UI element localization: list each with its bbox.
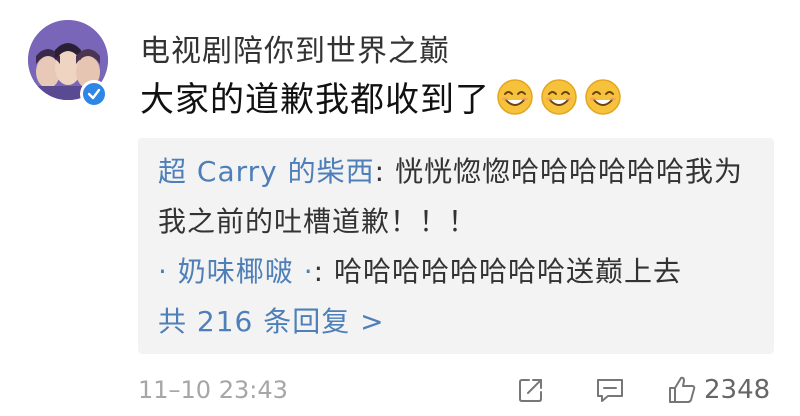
comment-icon: [597, 379, 623, 402]
reply-text: : 恍恍惚惚哈哈哈哈哈哈我为: [374, 155, 743, 188]
more-replies-link[interactable]: 共 216 条回复 >: [158, 300, 385, 340]
reply-button[interactable]: [594, 374, 626, 406]
reply-text: : 哈哈哈哈哈哈哈哈送巅上去: [313, 255, 682, 288]
smile-emoji-icon: [584, 78, 622, 116]
smile-emoji-icon: [496, 78, 534, 116]
reply-author[interactable]: · 奶味椰啵 ·: [158, 255, 314, 288]
comment-body: 大家的道歉我都收到了: [140, 72, 622, 121]
reply-item[interactable]: · 奶味椰啵 ·: 哈哈哈哈哈哈哈哈送巅上去: [158, 250, 682, 290]
share-button[interactable]: [516, 374, 546, 406]
comment-card: 电视剧陪你到世界之巅 大家的道歉我都收到了 超 Carry 的柴西: 恍恍惚惚哈…: [0, 0, 800, 416]
reply-item[interactable]: 超 Carry 的柴西: 恍恍惚惚哈哈哈哈哈哈我为: [158, 150, 743, 190]
verified-badge-icon: [80, 80, 108, 108]
reply-author[interactable]: 超 Carry 的柴西: [158, 155, 375, 188]
comment-text: 大家的道歉我都收到了: [140, 80, 490, 120]
thumbs-up-icon: [669, 376, 696, 403]
smile-emoji-icon: [540, 78, 578, 116]
replies-preview[interactable]: 超 Carry 的柴西: 恍恍惚惚哈哈哈哈哈哈我为 我之前的吐槽道歉！！！ · …: [138, 138, 774, 354]
reply-text-continued: 我之前的吐槽道歉！！！: [158, 205, 478, 238]
comment-footer: 11–10 23:43 2348: [138, 372, 774, 408]
timestamp: 11–10 23:43: [138, 376, 288, 404]
share-icon: [519, 379, 542, 402]
like-count: 2348: [704, 375, 771, 405]
username[interactable]: 电视剧陪你到世界之巅: [140, 26, 450, 70]
like-button[interactable]: 2348: [666, 374, 770, 406]
